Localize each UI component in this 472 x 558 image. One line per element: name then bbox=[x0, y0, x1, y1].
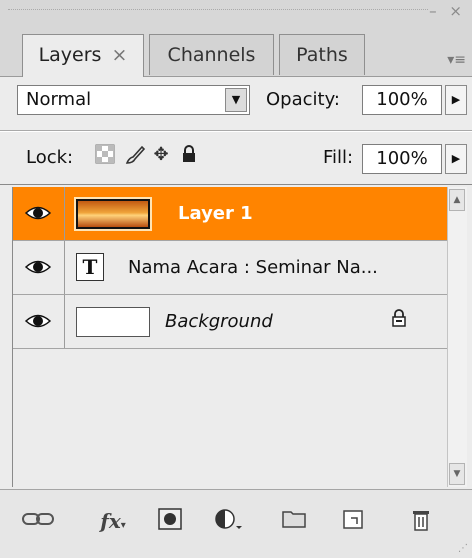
scrollbar[interactable]: ▲ ▼ bbox=[447, 187, 467, 487]
visibility-eye-icon[interactable] bbox=[13, 241, 65, 294]
lock-icon bbox=[391, 309, 407, 332]
lock-image-pixels-brush-icon[interactable] bbox=[124, 144, 146, 166]
layer-name[interactable]: Nama Acara : Seminar Na... bbox=[128, 257, 378, 278]
resize-grip-icon[interactable]: ⋰ bbox=[458, 543, 468, 554]
tab-layers[interactable]: Layers × bbox=[22, 34, 144, 77]
tab-paths-label: Paths bbox=[296, 44, 348, 66]
layer-list: Layer 1 T Nama Acara : Seminar Na... Bac… bbox=[12, 187, 447, 487]
opacity-label: Opacity: bbox=[266, 89, 340, 110]
blend-mode-select[interactable]: Normal ▼ bbox=[17, 85, 250, 115]
tab-channels[interactable]: Channels bbox=[149, 34, 274, 75]
layer-row[interactable]: Background bbox=[13, 295, 447, 349]
visibility-eye-icon[interactable] bbox=[13, 187, 65, 240]
fill-slider-arrow-icon[interactable]: ▶ bbox=[445, 144, 467, 174]
opacity-slider-arrow-icon[interactable]: ▶ bbox=[445, 85, 467, 115]
panel-footer: fx▾ ⋰ bbox=[0, 489, 472, 558]
tab-channels-label: Channels bbox=[167, 44, 256, 66]
panel-tabs: Layers × Channels Paths ▾≡ bbox=[0, 22, 472, 77]
fill-input[interactable]: 100% bbox=[362, 144, 442, 174]
tab-layers-label: Layers bbox=[38, 44, 102, 66]
folder-icon[interactable] bbox=[280, 508, 308, 534]
panel-titlebar[interactable]: – × bbox=[0, 0, 472, 23]
lock-position-move-icon[interactable]: ✥ bbox=[150, 144, 172, 166]
drag-grip[interactable] bbox=[8, 9, 428, 13]
opacity-input[interactable]: 100% bbox=[362, 85, 442, 115]
tab-close-icon[interactable]: × bbox=[112, 44, 128, 66]
add-mask-icon[interactable] bbox=[155, 508, 185, 534]
layer-row[interactable]: Layer 1 bbox=[13, 187, 447, 241]
layer-thumbnail[interactable] bbox=[76, 307, 150, 337]
link-layers-icon[interactable] bbox=[20, 508, 56, 534]
layer-name[interactable]: Background bbox=[165, 311, 273, 332]
divider bbox=[0, 184, 472, 185]
visibility-eye-icon[interactable] bbox=[13, 295, 65, 348]
layer-name[interactable]: Layer 1 bbox=[178, 203, 253, 224]
divider bbox=[0, 130, 472, 132]
lock-label: Lock: bbox=[26, 147, 74, 168]
panel-window-controls[interactable]: – × bbox=[429, 2, 466, 20]
fx-icon: fx bbox=[100, 509, 121, 533]
trash-icon[interactable] bbox=[408, 508, 434, 534]
chevron-down-icon[interactable]: ▼ bbox=[225, 88, 247, 112]
blend-mode-value: Normal bbox=[26, 89, 92, 110]
layer-row[interactable]: T Nama Acara : Seminar Na... bbox=[13, 241, 447, 295]
lock-all-icon[interactable] bbox=[178, 144, 200, 166]
panel-menu-icon[interactable]: ▾≡ bbox=[447, 52, 466, 68]
layers-panel-body: Normal ▼ Opacity: 100% ▶ Lock: ✥ Fill: 1… bbox=[0, 77, 472, 558]
scroll-down-icon[interactable]: ▼ bbox=[449, 463, 465, 485]
layer-thumbnail[interactable] bbox=[74, 197, 152, 231]
fill-label: Fill: bbox=[323, 147, 354, 168]
new-adjustment-layer-icon[interactable] bbox=[212, 508, 246, 534]
add-layer-style-button[interactable]: fx▾ bbox=[94, 508, 132, 534]
new-layer-icon[interactable] bbox=[340, 508, 366, 534]
lock-transparent-pixels-icon[interactable] bbox=[94, 144, 116, 166]
text-layer-icon[interactable]: T bbox=[76, 253, 104, 281]
scroll-up-icon[interactable]: ▲ bbox=[449, 189, 465, 211]
tab-paths[interactable]: Paths bbox=[279, 34, 365, 75]
